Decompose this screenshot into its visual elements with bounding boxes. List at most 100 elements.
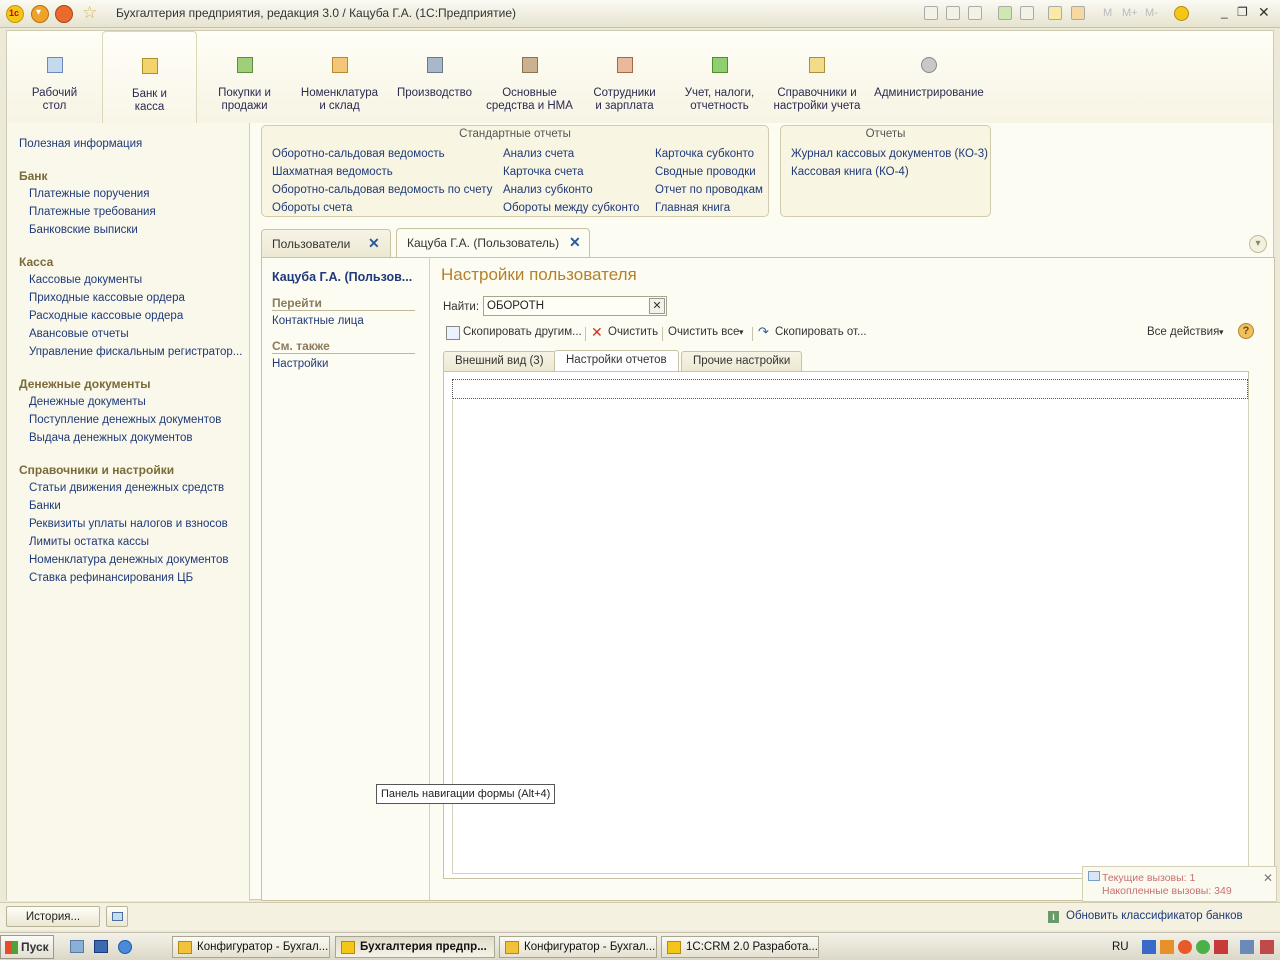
tray-icon-7[interactable]: [1260, 940, 1274, 954]
tray-icon-4[interactable]: [1196, 940, 1210, 954]
report-link[interactable]: Оборотно-сальдовая ведомость: [272, 148, 445, 160]
language-indicator[interactable]: RU: [1112, 941, 1129, 953]
clear-all-button[interactable]: Очистить все: [668, 326, 739, 338]
stop-icon[interactable]: [55, 5, 73, 23]
quick-launch-icon-2[interactable]: [94, 940, 108, 953]
report-link[interactable]: Главная книга: [655, 202, 730, 214]
tray-icon-1[interactable]: [1142, 940, 1156, 954]
memory-m-plus[interactable]: M+: [1122, 7, 1138, 19]
tray-icon-5[interactable]: [1214, 940, 1228, 954]
nav-item-cash-limits[interactable]: Лимиты остатка кассы: [29, 536, 149, 548]
help-icon[interactable]: ?: [1238, 323, 1254, 339]
nav-item-payment-requests[interactable]: Платежные требования: [29, 206, 156, 218]
app-logo-icon[interactable]: 1c: [6, 5, 24, 23]
clear-search-icon[interactable]: ✕: [649, 298, 665, 314]
report-link[interactable]: Оборотно-сальдовая ведомость по счету: [272, 184, 492, 196]
start-button[interactable]: Пуск: [0, 935, 54, 959]
copy-from-button[interactable]: Скопировать от...: [775, 326, 867, 338]
report-link[interactable]: Кассовая книга (КО-4): [791, 166, 909, 178]
tray-icon-2[interactable]: [1160, 940, 1174, 954]
report-link[interactable]: Карточка счета: [503, 166, 584, 178]
nav-item-bank-statements[interactable]: Банковские выписки: [29, 224, 138, 236]
nav-item-money-docs[interactable]: Денежные документы: [29, 396, 146, 408]
back-icon[interactable]: [998, 6, 1012, 20]
nav-item-incoming-orders[interactable]: Приходные кассовые ордера: [29, 292, 185, 304]
nav-item-cash-docs[interactable]: Кассовые документы: [29, 274, 142, 286]
nav-item-advance-reports[interactable]: Авансовые отчеты: [29, 328, 129, 340]
connections-icon[interactable]: [106, 906, 128, 927]
section-assets[interactable]: Основные средства и НМА: [482, 31, 577, 123]
calendar-icon[interactable]: [1071, 6, 1085, 20]
section-admin[interactable]: Администрирование: [869, 31, 989, 123]
settings-tree[interactable]: [443, 371, 1249, 879]
minimize-icon[interactable]: _: [1221, 5, 1228, 19]
taskbar-item[interactable]: 1С:CRM 2.0 Разработа...: [661, 936, 819, 958]
section-employees[interactable]: Сотрудники и зарплата: [577, 31, 672, 123]
tab-other-settings[interactable]: Прочие настройки: [681, 351, 803, 371]
report-link[interactable]: Сводные проводки: [655, 166, 756, 178]
print-icon[interactable]: [946, 6, 960, 20]
settings-tree-selected-row[interactable]: [452, 379, 1248, 399]
form-nav-settings[interactable]: Настройки: [272, 358, 328, 370]
favorites-icon[interactable]: ☆: [82, 3, 97, 23]
close-icon[interactable]: ✕: [1263, 871, 1273, 885]
info-icon[interactable]: [1174, 6, 1189, 21]
close-icon[interactable]: ✕: [368, 235, 380, 252]
nav-item-outgoing-orders[interactable]: Расходные кассовые ордера: [29, 310, 183, 322]
section-catalogs[interactable]: Справочники и настройки учета: [767, 31, 867, 123]
calculator-icon[interactable]: [1048, 6, 1062, 20]
tab-user-katsuba[interactable]: Кацуба Г.А. (Пользователь) ✕: [396, 228, 590, 258]
close-icon[interactable]: ✕: [1258, 4, 1270, 21]
forward-icon[interactable]: [1020, 6, 1034, 20]
taskbar-item-active[interactable]: Бухгалтерия предпр...: [335, 936, 495, 958]
nav-item-money-issue[interactable]: Выдача денежных документов: [29, 432, 193, 444]
taskbar-item[interactable]: Конфигуратор - Бухгал...: [172, 936, 330, 958]
nav-item-fiscal-registrar[interactable]: Управление фискальным регистратор...: [29, 346, 242, 358]
memory-m-minus[interactable]: M-: [1145, 7, 1158, 19]
update-banks-link[interactable]: Обновить классификатор банков: [1066, 910, 1243, 922]
restore-icon[interactable]: ❐: [1237, 5, 1248, 19]
tab-report-settings[interactable]: Настройки отчетов: [554, 350, 679, 371]
nav-item-banks[interactable]: Банки: [29, 500, 61, 512]
section-production[interactable]: Производство: [387, 31, 482, 123]
browser-icon[interactable]: [118, 940, 132, 954]
nav-item-money-nomenclature[interactable]: Номенклатура денежных документов: [29, 554, 229, 566]
nav-item-tax-details[interactable]: Реквизиты уплаты налогов и взносов: [29, 518, 228, 530]
toolbar-icon-1[interactable]: [924, 6, 938, 20]
section-taxes[interactable]: Учет, налоги, отчетность: [672, 31, 767, 123]
taskbar-item[interactable]: Конфигуратор - Бухгал...: [499, 936, 657, 958]
section-warehouse[interactable]: Номенклатура и склад: [292, 31, 387, 123]
report-link[interactable]: Отчет по проводкам: [655, 184, 763, 196]
menu-icon[interactable]: ▾: [31, 5, 49, 23]
clear-button[interactable]: Очистить: [608, 326, 658, 338]
close-icon[interactable]: ✕: [569, 234, 581, 251]
report-link[interactable]: Шахматная ведомость: [272, 166, 393, 178]
history-button[interactable]: История...: [6, 906, 100, 927]
all-actions-button[interactable]: Все действия: [1147, 326, 1219, 338]
report-link[interactable]: Карточка субконто: [655, 148, 754, 160]
report-link[interactable]: Обороты между субконто: [503, 202, 639, 214]
tab-users[interactable]: Пользователи ✕: [261, 229, 391, 257]
report-link[interactable]: Анализ счета: [503, 148, 574, 160]
nav-item-cashflow-items[interactable]: Статьи движения денежных средств: [29, 482, 224, 494]
section-purchases[interactable]: Покупки и продажи: [197, 31, 292, 123]
section-bank[interactable]: Банк и касса: [102, 31, 197, 123]
report-link[interactable]: Журнал кассовых документов (КО-3): [791, 148, 988, 160]
nav-item-money-receipt[interactable]: Поступление денежных документов: [29, 414, 221, 426]
tray-icon-6[interactable]: [1240, 940, 1254, 954]
search-input[interactable]: ОБОРОТН ✕: [483, 296, 667, 316]
preview-icon[interactable]: [968, 6, 982, 20]
nav-item-refinancing-rate[interactable]: Ставка рефинансирования ЦБ: [29, 572, 193, 584]
form-nav-contacts[interactable]: Контактные лица: [272, 315, 364, 327]
nav-item-payment-orders[interactable]: Платежные поручения: [29, 188, 149, 200]
section-desktop[interactable]: Рабочий стол: [7, 31, 102, 123]
report-link[interactable]: Анализ субконто: [503, 184, 593, 196]
tab-appearance[interactable]: Внешний вид (3): [443, 351, 556, 371]
copy-to-others-button[interactable]: Скопировать другим...: [463, 326, 582, 338]
report-link[interactable]: Обороты счета: [272, 202, 352, 214]
nav-useful-info[interactable]: Полезная информация: [19, 138, 142, 150]
quick-launch-icon-1[interactable]: [70, 940, 84, 953]
memory-m[interactable]: M: [1103, 7, 1112, 19]
tabs-menu-icon[interactable]: ▾: [1249, 235, 1267, 253]
tray-icon-3[interactable]: [1178, 940, 1192, 954]
